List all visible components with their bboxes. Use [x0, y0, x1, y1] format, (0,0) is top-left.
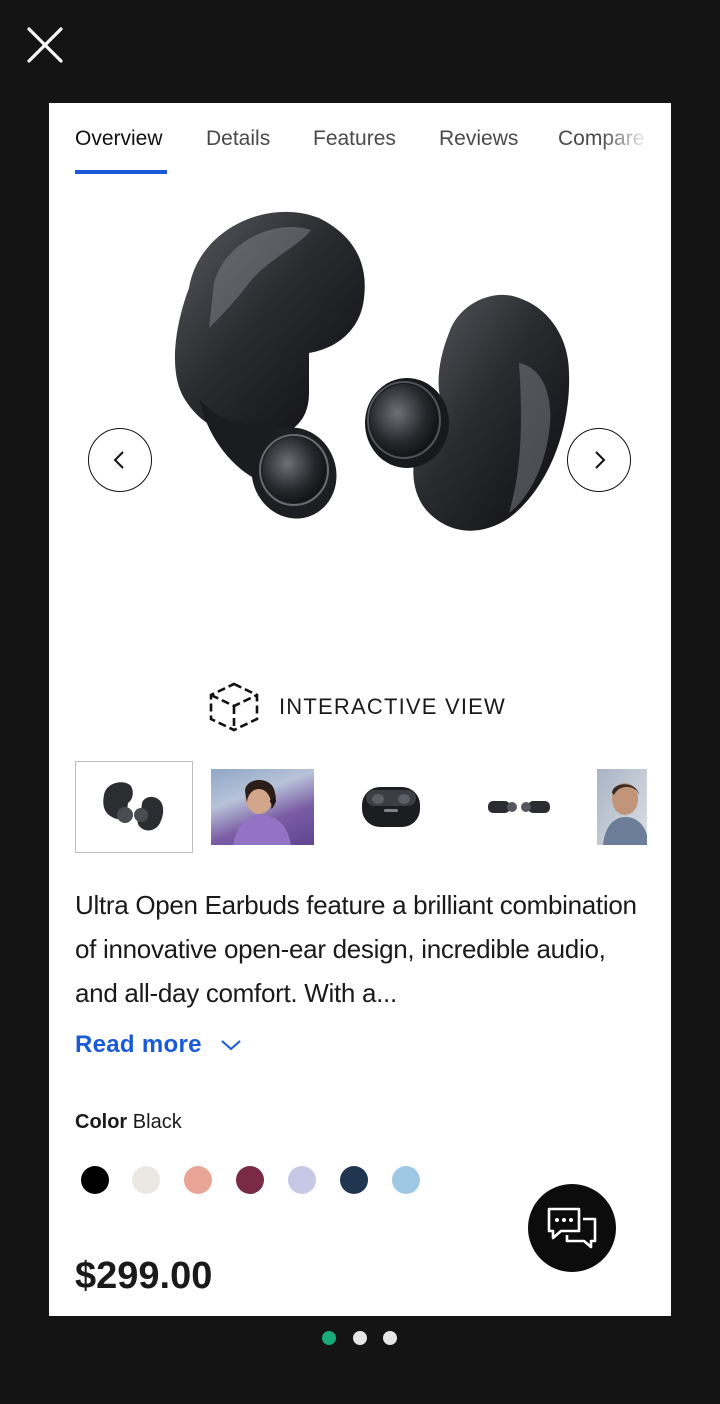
- tab-reviews[interactable]: Reviews: [439, 127, 518, 151]
- active-tab-indicator: [75, 170, 167, 174]
- chat-bubbles-icon: [547, 1207, 597, 1249]
- page-dot-3[interactable]: [383, 1331, 397, 1345]
- close-button[interactable]: [22, 22, 68, 68]
- swatch-peach[interactable]: [184, 1166, 212, 1194]
- interactive-view-label: INTERACTIVE VIEW: [279, 694, 506, 719]
- color-selection-label: Color Black: [75, 1111, 182, 1134]
- tab-details[interactable]: Details: [206, 127, 270, 151]
- person-photo-thumbnail: [233, 780, 291, 845]
- swatch-black[interactable]: [81, 1166, 109, 1194]
- chat-button[interactable]: [528, 1184, 616, 1272]
- read-more-label: Read more: [75, 1031, 202, 1058]
- person-photo-thumbnail-2: [603, 783, 647, 845]
- next-image-button[interactable]: [567, 428, 631, 492]
- selected-color-value: Black: [132, 1111, 182, 1133]
- earbuds-side-thumbnail: [488, 801, 550, 813]
- read-more-button[interactable]: Read more: [75, 1031, 242, 1059]
- charging-case-thumbnail: [362, 787, 420, 827]
- previous-image-button[interactable]: [88, 428, 152, 492]
- swatch-navy[interactable]: [340, 1166, 368, 1194]
- thumbnail-earbuds-black[interactable]: [75, 761, 193, 853]
- tab-features[interactable]: Features: [313, 127, 396, 151]
- close-icon: [27, 27, 63, 63]
- thumbnail-man-wearing-earbuds[interactable]: [597, 769, 647, 845]
- product-price: $299.00: [75, 1255, 213, 1297]
- tab-bar: Overview Details Features Reviews Compar…: [49, 103, 671, 183]
- swatch-light-blue[interactable]: [392, 1166, 420, 1194]
- earbuds-thumbnail: [103, 782, 164, 831]
- page-dot-2[interactable]: [353, 1331, 367, 1345]
- thumbnail-woman-wearing-earbuds[interactable]: [211, 769, 314, 845]
- chevron-left-icon: [113, 451, 124, 469]
- tab-fade: [601, 103, 671, 183]
- swatch-white-smoke[interactable]: [132, 1166, 160, 1194]
- thumbnail-earbuds-side-view[interactable]: [467, 761, 571, 853]
- color-label: Color: [75, 1111, 128, 1133]
- 3d-cube-icon: [209, 682, 259, 732]
- chevron-right-icon: [595, 451, 606, 469]
- interactive-view-button[interactable]: INTERACTIVE VIEW: [207, 679, 506, 735]
- chevron-down-icon: [221, 1040, 241, 1051]
- thumbnail-charging-case[interactable]: [339, 761, 443, 853]
- swatch-burgundy[interactable]: [236, 1166, 264, 1194]
- tab-overview[interactable]: Overview: [75, 127, 163, 151]
- page-dot-1[interactable]: [322, 1331, 336, 1345]
- product-description: Ultra Open Earbuds feature a brilliant c…: [75, 890, 637, 1008]
- thumbnail-strip: [75, 761, 647, 855]
- swatch-lilac[interactable]: [288, 1166, 316, 1194]
- product-hero-image[interactable]: [49, 188, 671, 688]
- product-card: Overview Details Features Reviews Compar…: [49, 103, 671, 1316]
